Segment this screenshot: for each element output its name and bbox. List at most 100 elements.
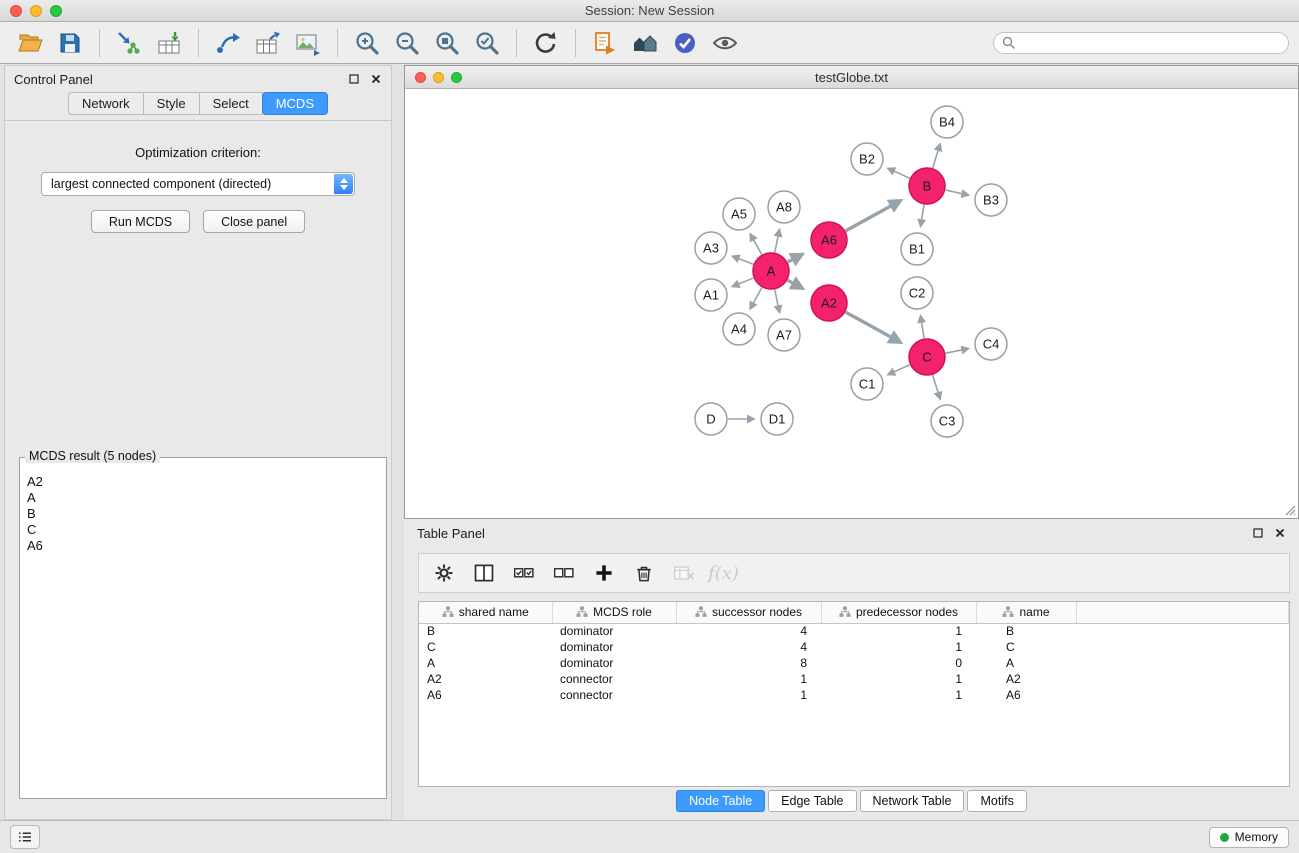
- node-B2[interactable]: B2: [851, 143, 883, 175]
- cell-name[interactable]: A2: [976, 671, 1076, 687]
- node-B4[interactable]: B4: [931, 106, 963, 138]
- cell-shared-name[interactable]: A2: [419, 671, 552, 687]
- cell-mcds-role[interactable]: connector: [552, 687, 676, 703]
- node-D1[interactable]: D1: [761, 403, 793, 435]
- node-C1[interactable]: C1: [851, 368, 883, 400]
- edge-B-B2[interactable]: [888, 168, 910, 178]
- edge-A-A6[interactable]: [788, 254, 803, 262]
- node-A[interactable]: A: [753, 253, 789, 289]
- node-A4[interactable]: A4: [723, 313, 755, 345]
- close-panel-action-button[interactable]: Close panel: [203, 210, 305, 233]
- cell-successor-nodes[interactable]: 4: [676, 639, 821, 655]
- mcds-result-item[interactable]: A2: [27, 474, 376, 490]
- close-panel-button[interactable]: [370, 73, 382, 85]
- delete-table-button[interactable]: [665, 557, 702, 589]
- import-table-button[interactable]: [149, 25, 189, 61]
- node-table[interactable]: shared nameMCDS rolesuccessor nodesprede…: [419, 602, 1289, 703]
- float-panel-button[interactable]: [348, 73, 360, 85]
- home-button[interactable]: [625, 25, 665, 61]
- node-A3[interactable]: A3: [695, 232, 727, 264]
- criterion-dropdown[interactable]: largest connected component (directed): [41, 172, 355, 196]
- column-header-predecessor-nodes[interactable]: predecessor nodes: [821, 602, 976, 623]
- edge-A-A8[interactable]: [775, 230, 780, 253]
- table-close-panel-button[interactable]: [1274, 527, 1286, 539]
- table-row[interactable]: Bdominator41B: [419, 623, 1289, 639]
- tab-node-table[interactable]: Node Table: [676, 790, 765, 812]
- cell-predecessor-nodes[interactable]: 1: [821, 687, 976, 703]
- cell-successor-nodes[interactable]: 4: [676, 623, 821, 639]
- resize-grip-icon[interactable]: [1282, 502, 1296, 516]
- zoom-out-button[interactable]: [387, 25, 427, 61]
- cell-successor-nodes[interactable]: 1: [676, 671, 821, 687]
- cell-shared-name[interactable]: C: [419, 639, 552, 655]
- save-session-button[interactable]: [50, 25, 90, 61]
- cell-name[interactable]: B: [976, 623, 1076, 639]
- network-zoom-button[interactable]: [451, 72, 462, 83]
- table-float-panel-button[interactable]: [1252, 527, 1264, 539]
- export-image-button[interactable]: [288, 25, 328, 61]
- network-minimize-button[interactable]: [433, 72, 444, 83]
- edge-A2-C[interactable]: [846, 312, 901, 342]
- delete-button[interactable]: [625, 557, 662, 589]
- session-file-button[interactable]: [585, 25, 625, 61]
- zoom-selected-button[interactable]: [467, 25, 507, 61]
- edge-A-A1[interactable]: [732, 278, 753, 286]
- cell-name[interactable]: A6: [976, 687, 1076, 703]
- cell-predecessor-nodes[interactable]: 1: [821, 671, 976, 687]
- cell-successor-nodes[interactable]: 1: [676, 687, 821, 703]
- run-mcds-button[interactable]: Run MCDS: [91, 210, 190, 233]
- network-window-titlebar[interactable]: testGlobe.txt: [405, 66, 1298, 89]
- cell-mcds-role[interactable]: dominator: [552, 623, 676, 639]
- show-hide-button[interactable]: [705, 25, 745, 61]
- node-B[interactable]: B: [909, 168, 945, 204]
- cell-mcds-role[interactable]: connector: [552, 671, 676, 687]
- network-graph[interactable]: AA6A2BCA5A8A3A1A4A7B2B4B3B1C2C4C1C3DD1: [405, 89, 1298, 518]
- edge-C-C1[interactable]: [888, 365, 910, 375]
- mcds-result-item[interactable]: A: [27, 490, 376, 506]
- edge-C-C2[interactable]: [921, 316, 925, 339]
- node-A1[interactable]: A1: [695, 279, 727, 311]
- table-row[interactable]: Cdominator41C: [419, 639, 1289, 655]
- edge-A-A5[interactable]: [750, 234, 761, 254]
- edge-A-A3[interactable]: [732, 256, 753, 264]
- edge-B-B1[interactable]: [921, 205, 924, 227]
- cell-successor-nodes[interactable]: 8: [676, 655, 821, 671]
- mcds-result-item[interactable]: B: [27, 506, 376, 522]
- new-network-table-button[interactable]: [248, 25, 288, 61]
- network-close-button[interactable]: [415, 72, 426, 83]
- node-A8[interactable]: A8: [768, 191, 800, 223]
- task-history-button[interactable]: [10, 825, 40, 849]
- edge-A-A2[interactable]: [788, 280, 803, 288]
- column-header-shared-name[interactable]: shared name: [419, 602, 552, 623]
- mcds-result-item[interactable]: C: [27, 522, 376, 538]
- function-builder-button[interactable]: f(x): [705, 557, 742, 589]
- cell-shared-name[interactable]: A: [419, 655, 552, 671]
- column-header-name[interactable]: name: [976, 602, 1076, 623]
- table-row[interactable]: Adominator80A: [419, 655, 1289, 671]
- table-row[interactable]: A2connector11A2: [419, 671, 1289, 687]
- node-C4[interactable]: C4: [975, 328, 1007, 360]
- cell-predecessor-nodes[interactable]: 1: [821, 639, 976, 655]
- tab-select[interactable]: Select: [199, 92, 263, 115]
- show-columns-button[interactable]: [465, 557, 502, 589]
- column-header-successor-nodes[interactable]: successor nodes: [676, 602, 821, 623]
- tab-mcds[interactable]: MCDS: [262, 92, 328, 115]
- node-A7[interactable]: A7: [768, 319, 800, 351]
- node-B3[interactable]: B3: [975, 184, 1007, 216]
- select-all-button[interactable]: [505, 557, 542, 589]
- node-C2[interactable]: C2: [901, 277, 933, 309]
- node-C[interactable]: C: [909, 339, 945, 375]
- edge-A-A7[interactable]: [775, 290, 780, 313]
- cell-predecessor-nodes[interactable]: 1: [821, 623, 976, 639]
- edge-A-A4[interactable]: [750, 288, 762, 309]
- zoom-window-button[interactable]: [50, 5, 62, 17]
- tab-network[interactable]: Network: [68, 92, 144, 115]
- deselect-all-button[interactable]: [545, 557, 582, 589]
- table-row[interactable]: A6connector11A6: [419, 687, 1289, 703]
- table-settings-button[interactable]: [425, 557, 462, 589]
- column-header-mcds-role[interactable]: MCDS role: [552, 602, 676, 623]
- tab-network-table[interactable]: Network Table: [860, 790, 965, 812]
- mcds-result-item[interactable]: A6: [27, 538, 376, 554]
- node-table-container[interactable]: shared nameMCDS rolesuccessor nodesprede…: [418, 601, 1290, 787]
- cell-predecessor-nodes[interactable]: 0: [821, 655, 976, 671]
